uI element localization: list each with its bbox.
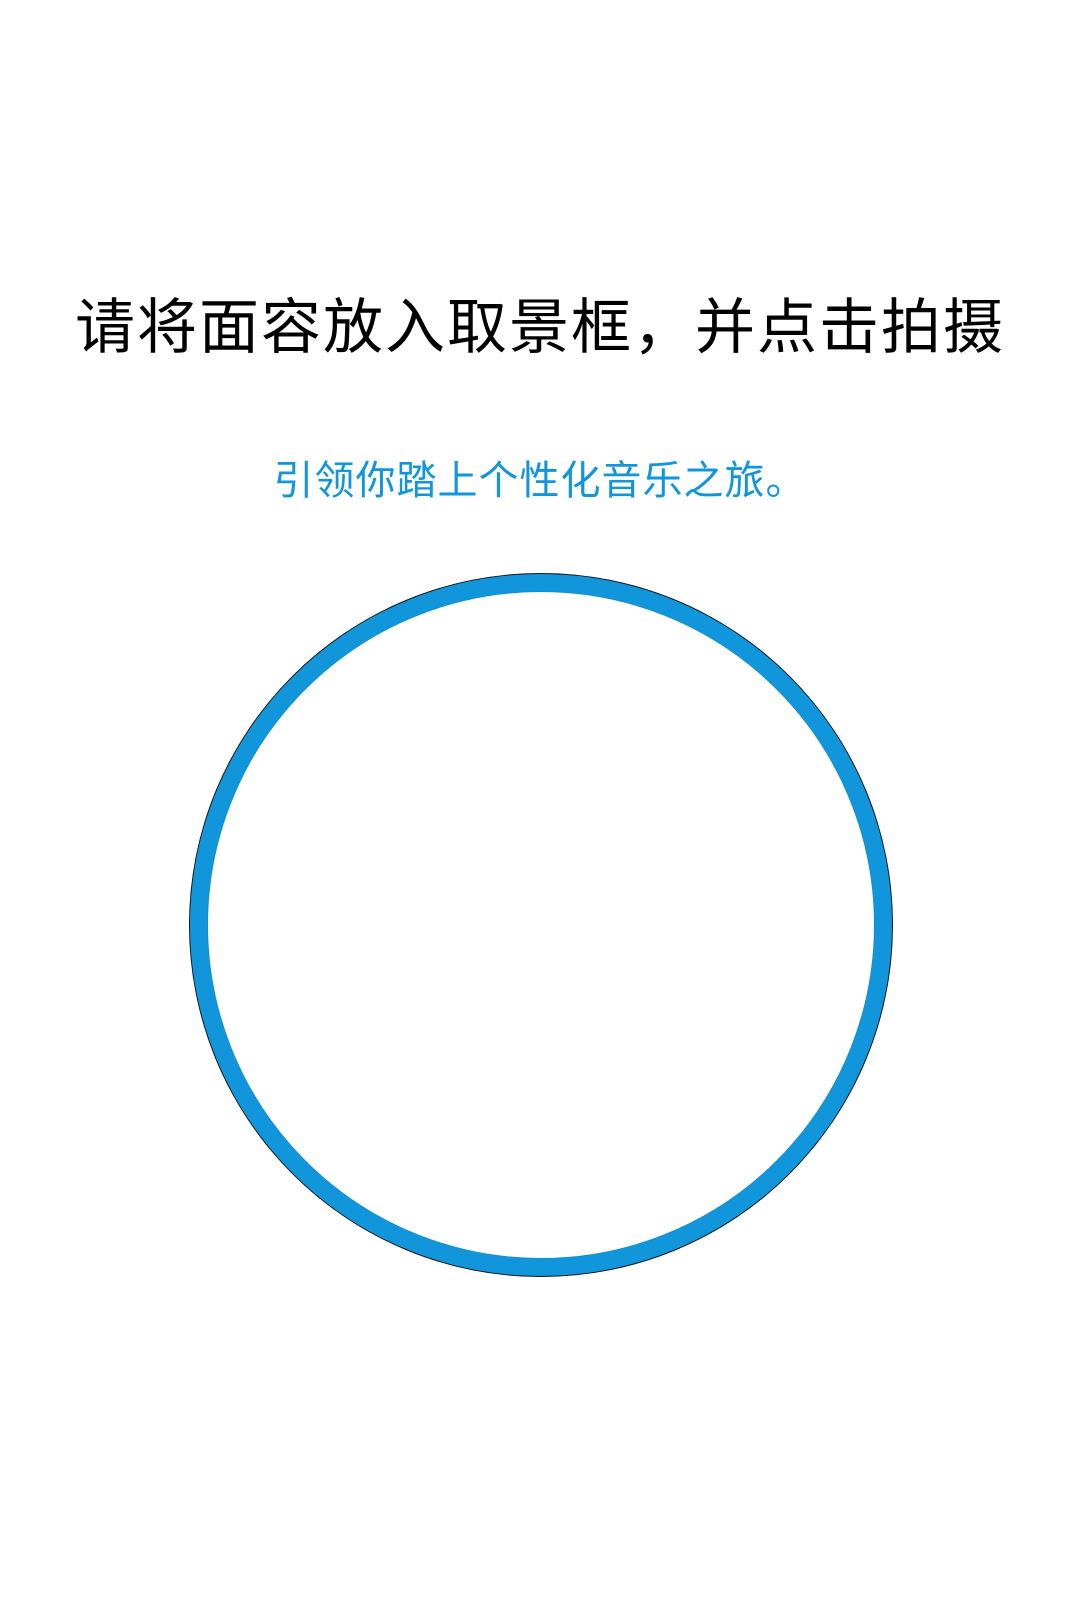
- face-viewfinder-circle[interactable]: [190, 574, 892, 1276]
- face-capture-screen: 请将面容放入取景框，并点击拍摄 引领你踏上个性化音乐之旅。: [0, 0, 1080, 1620]
- instruction-title: 请将面容放入取景框，并点击拍摄: [75, 293, 1005, 363]
- instruction-subtitle: 引领你踏上个性化音乐之旅。: [273, 458, 807, 504]
